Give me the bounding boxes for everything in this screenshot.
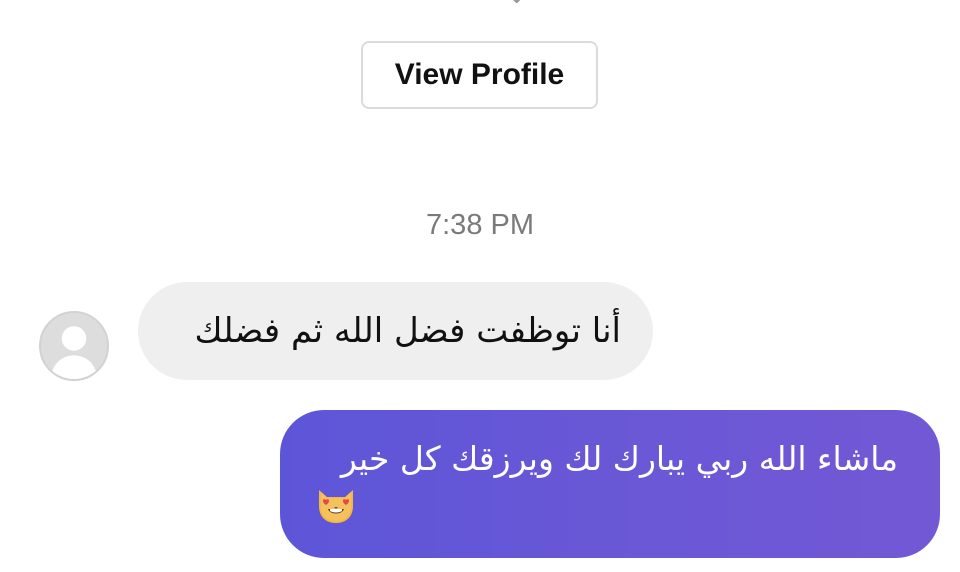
view-profile-button[interactable]: View Profile xyxy=(361,41,598,109)
incoming-message-bubble[interactable]: أنا توظفت فضل الله ثم فضلك xyxy=(138,282,653,380)
truncated-header-fragment: ⌄ xyxy=(505,0,545,4)
incoming-message-text: أنا توظفت فضل الله ثم فضلك xyxy=(194,311,622,351)
outgoing-message-text: ماشاء الله ربي يبارك لك ويرزقك كل خير xyxy=(340,439,898,478)
default-avatar-icon[interactable] xyxy=(39,311,109,381)
message-timestamp: 7:38 PM xyxy=(426,209,534,241)
outgoing-message-bubble[interactable]: ماشاء الله ربي يبارك لك ويرزقك كل خير xyxy=(280,410,940,558)
heart-eyes-cat-emoji xyxy=(313,482,359,528)
